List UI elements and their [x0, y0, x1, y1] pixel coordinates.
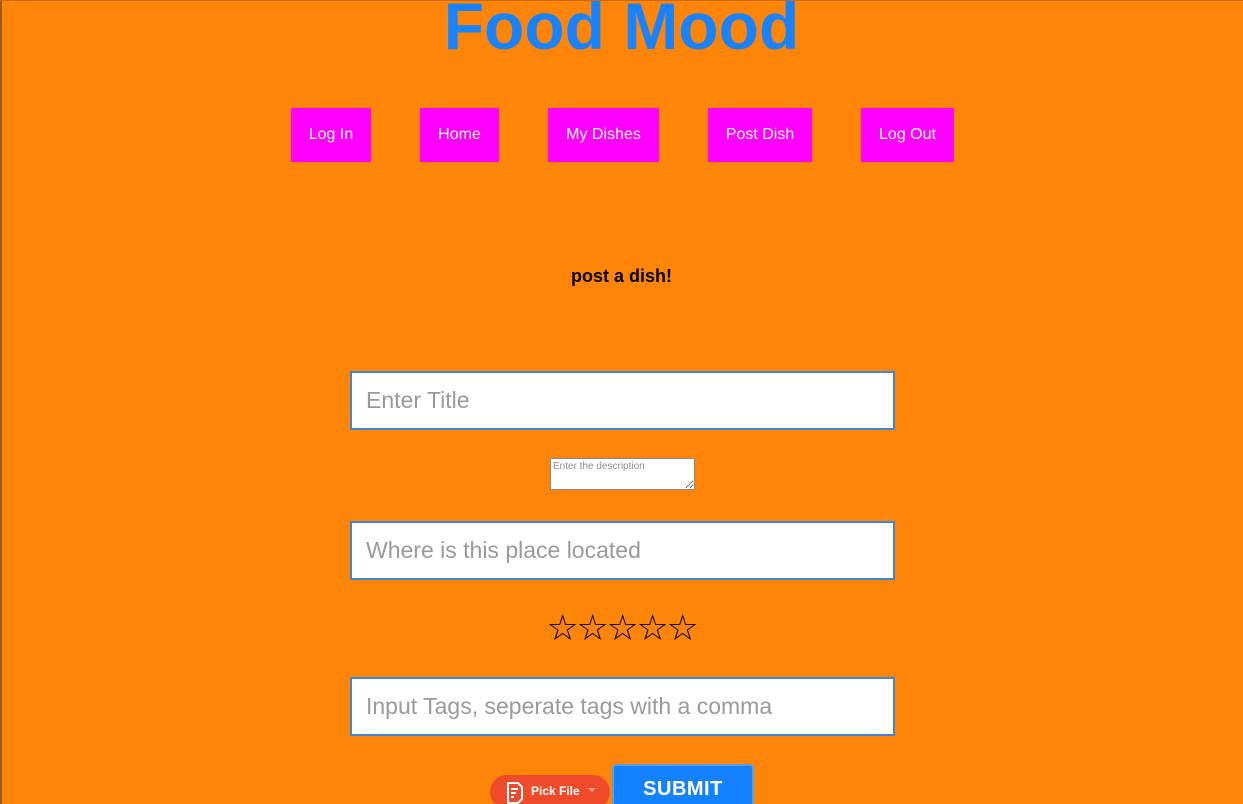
- nav-logout-button[interactable]: Log Out: [861, 108, 954, 162]
- star-1-icon[interactable]: ☆: [547, 607, 579, 651]
- nav-my-dishes-button[interactable]: My Dishes: [548, 108, 659, 162]
- title-input[interactable]: [350, 371, 895, 430]
- nav-post-dish-button[interactable]: Post Dish: [708, 108, 812, 162]
- nav-home-button[interactable]: Home: [420, 108, 499, 162]
- star-5-icon[interactable]: ☆: [667, 607, 699, 651]
- pick-file-button[interactable]: Pick File: [490, 775, 610, 804]
- page-heading: post a dish!: [570, 266, 672, 286]
- submit-button[interactable]: SUBMIT: [612, 764, 754, 804]
- star-2-icon[interactable]: ☆: [577, 607, 609, 651]
- description-textarea[interactable]: [550, 458, 695, 490]
- caret-down-icon[interactable]: [588, 788, 596, 792]
- main-nav: Log In Home My Dishes Post Dish Log Out: [0, 108, 1243, 162]
- star-3-icon[interactable]: ☆: [607, 607, 639, 651]
- star-rating: ☆☆☆☆☆: [0, 607, 1243, 651]
- document-icon: [507, 782, 523, 804]
- nav-login-button[interactable]: Log In: [291, 108, 371, 162]
- tags-input[interactable]: [350, 677, 895, 736]
- app-title: Food Mood: [443, 0, 800, 63]
- pick-file-label: Pick File: [531, 784, 580, 798]
- star-4-icon[interactable]: ☆: [637, 607, 669, 651]
- location-input[interactable]: [350, 521, 895, 580]
